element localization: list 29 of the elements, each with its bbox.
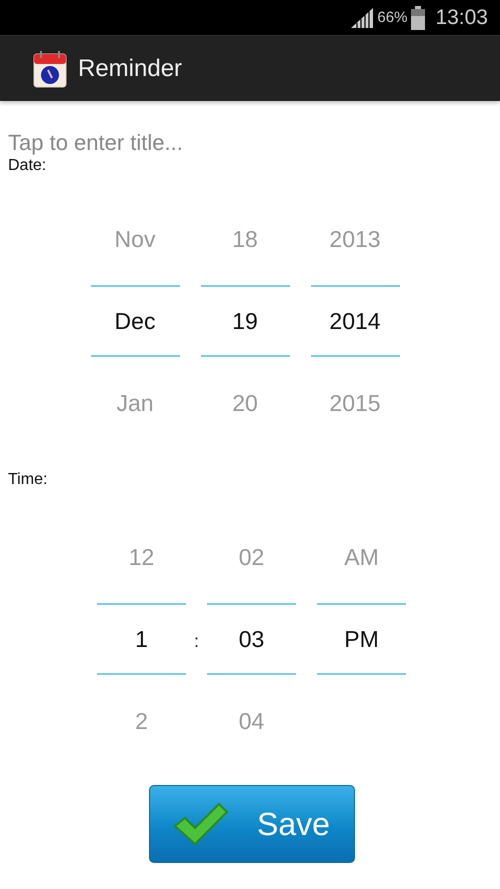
selected-value[interactable]: 03 [238,626,264,652]
save-button[interactable]: Save [148,785,354,863]
selected-value[interactable]: 1 [135,626,148,652]
next-option[interactable]: 2 [135,708,148,734]
next-option[interactable]: 2015 [329,390,381,416]
battery-percent: 66% [377,9,408,26]
previous-option[interactable]: Nov [114,226,156,252]
app-title: Reminder [78,54,182,82]
selected-value[interactable]: PM [344,626,379,652]
time-separator: : [194,630,199,652]
previous-option[interactable]: 18 [232,226,258,252]
signal-icon [351,8,374,28]
title-field[interactable]: Tap to enter title... [8,129,448,157]
next-option[interactable]: 20 [232,390,258,416]
battery-icon [411,6,426,30]
previous-option[interactable]: AM [344,544,379,570]
selected-value[interactable]: Dec [114,308,156,334]
previous-option[interactable]: 2013 [329,226,381,252]
time-label: Time: [8,471,48,489]
previous-option[interactable]: 02 [238,544,264,570]
previous-option[interactable]: 12 [128,544,154,570]
date-label: Date: [8,157,48,175]
next-option[interactable]: 04 [238,708,264,734]
next-option[interactable]: Jan [116,390,154,416]
checkmark-icon [173,802,230,846]
calendar-icon[interactable] [33,50,67,88]
clock-time: 13:03 [435,6,488,30]
selected-value[interactable]: 2014 [329,308,381,334]
selected-value[interactable]: 19 [232,308,258,334]
